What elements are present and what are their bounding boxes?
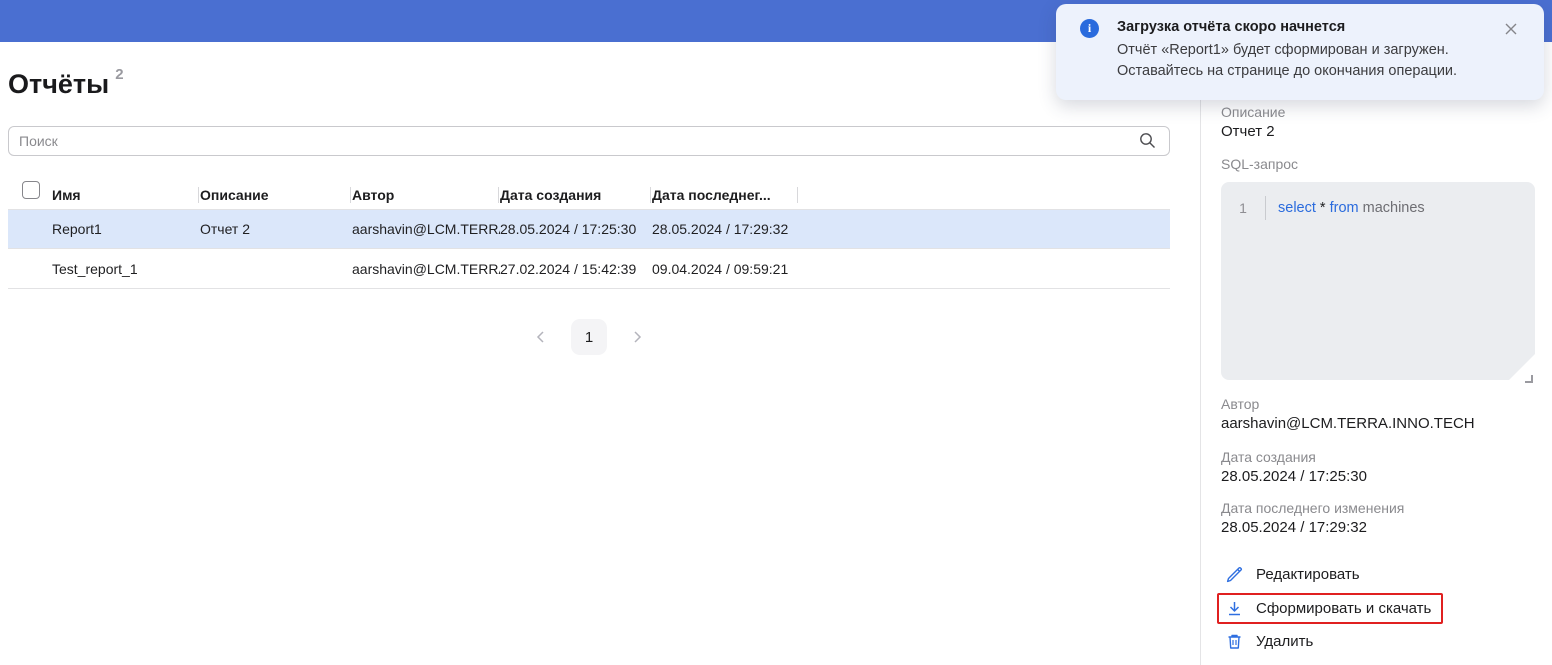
cell-author: aarshavin@LCM.TERRA.INNO.TECH <box>352 261 500 277</box>
edit-button-label: Редактировать <box>1256 566 1360 583</box>
sql-keyword: select <box>1278 200 1316 216</box>
column-header-filler <box>793 181 1170 209</box>
search-input[interactable] <box>8 126 1170 156</box>
page-title-text: Отчёты <box>8 69 109 99</box>
search-icon[interactable] <box>1139 132 1156 149</box>
created-date-value: 28.05.2024 / 17:25:30 <box>1221 468 1367 485</box>
author-label: Автор <box>1221 396 1259 412</box>
trash-icon <box>1225 632 1244 651</box>
download-icon <box>1225 599 1244 618</box>
sql-operator: * <box>1316 200 1330 216</box>
select-all-checkbox[interactable] <box>22 181 40 199</box>
description-label: Описание <box>1221 104 1285 120</box>
pagination: 1 <box>8 318 1170 356</box>
delete-button-label: Удалить <box>1256 633 1313 650</box>
sql-code-line: 1 select * from machines <box>1221 196 1535 220</box>
sql-query-editor[interactable]: 1 select * from machines <box>1221 182 1535 380</box>
reports-table: Имя Описание Автор Дата создания Дата по… <box>8 181 1170 289</box>
cell-modified: 28.05.2024 / 17:29:32 <box>652 221 793 237</box>
prev-page-button[interactable] <box>525 321 557 353</box>
sql-keyword: from <box>1330 200 1359 216</box>
page-title: Отчёты 2 <box>8 66 124 100</box>
cell-name: Test_report_1 <box>52 261 200 277</box>
modified-date-value: 28.05.2024 / 17:29:32 <box>1221 519 1367 536</box>
info-icon: i <box>1080 19 1099 38</box>
sql-identifier: machines <box>1359 200 1425 216</box>
toast-title: Загрузка отчёта скоро начнется <box>1117 19 1345 35</box>
report-details-panel: Описание Отчет 2 SQL-запрос 1 select * f… <box>1221 42 1552 665</box>
toast-message-line1: Отчёт «Report1» будет сформирован и загр… <box>1117 42 1449 58</box>
column-header-description[interactable]: Описание <box>200 181 352 209</box>
cell-author: aarshavin@LCM.TERRA.INNO.TECH <box>352 221 500 237</box>
cell-description: Отчет 2 <box>200 221 352 237</box>
created-date-label: Дата создания <box>1221 449 1316 465</box>
resize-handle-icon[interactable] <box>1525 375 1533 383</box>
column-header-modified[interactable]: Дата последнег... <box>652 181 793 209</box>
sql-gutter-divider <box>1265 196 1266 220</box>
panel-divider <box>1200 42 1201 665</box>
sql-line-number: 1 <box>1221 200 1265 216</box>
table-body: Report1 Отчет 2 aarshavin@LCM.TERRA.INNO… <box>8 209 1170 289</box>
table-row[interactable]: Report1 Отчет 2 aarshavin@LCM.TERRA.INNO… <box>8 209 1170 249</box>
column-header-name[interactable]: Имя <box>52 181 200 209</box>
page-number-button[interactable]: 1 <box>571 319 607 355</box>
sql-query-label: SQL-запрос <box>1221 156 1298 172</box>
edit-button[interactable]: Редактировать <box>1225 565 1360 584</box>
cell-created: 28.05.2024 / 17:25:30 <box>500 221 652 237</box>
search-bar <box>8 126 1170 156</box>
toast-notification: i Загрузка отчёта скоро начнется Отчёт «… <box>1056 4 1544 100</box>
author-value: aarshavin@LCM.TERRA.INNO.TECH <box>1221 415 1475 432</box>
sql-code-text: select * from machines <box>1278 200 1425 216</box>
description-value: Отчет 2 <box>1221 123 1275 140</box>
toast-message-line2: Оставайтесь на странице до окончания опе… <box>1117 63 1457 79</box>
column-header-author[interactable]: Автор <box>352 181 500 209</box>
generate-download-button-label: Сформировать и скачать <box>1256 600 1431 617</box>
cell-created: 27.02.2024 / 15:42:39 <box>500 261 652 277</box>
close-icon[interactable] <box>1502 20 1520 38</box>
table-row[interactable]: Test_report_1 aarshavin@LCM.TERRA.INNO.T… <box>8 249 1170 289</box>
cell-modified: 09.04.2024 / 09:59:21 <box>652 261 793 277</box>
table-header-row: Имя Описание Автор Дата создания Дата по… <box>8 181 1170 209</box>
pencil-icon <box>1225 565 1244 584</box>
reports-count-badge: 2 <box>115 66 123 83</box>
modified-date-label: Дата последнего изменения <box>1221 500 1404 516</box>
next-page-button[interactable] <box>621 321 653 353</box>
delete-button[interactable]: Удалить <box>1225 632 1313 651</box>
select-all-cell <box>8 181 52 209</box>
cell-name: Report1 <box>52 221 200 237</box>
generate-download-button[interactable]: Сформировать и скачать <box>1217 593 1443 624</box>
column-header-created[interactable]: Дата создания <box>500 181 652 209</box>
